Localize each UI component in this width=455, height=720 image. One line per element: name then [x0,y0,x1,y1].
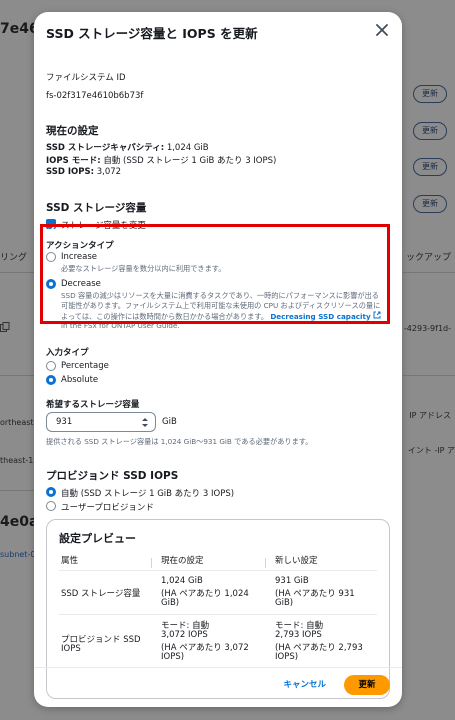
percentage-label: Percentage [61,361,109,371]
preview-header-divider [59,570,377,571]
column-divider [265,558,266,568]
cancel-button[interactable]: キャンセル [283,678,326,690]
settings-preview-panel: 設定プレビュー 属性 現在の設定 新しい設定 SSD ストレージ容量 1,024… [46,519,390,699]
background-copy-icon [0,322,10,335]
iops-auto-label: 自動 (SSD ストレージ 1 GiB あたり 3 IOPS) [61,489,235,499]
background-ip-label: IP アドレス [409,411,451,420]
file-system-id-value: fs-02f317e4610b6b73f [46,91,144,101]
ssd-capacity-heading: SSD ストレージ容量 [46,202,147,214]
background-resource-id: -4293-9f1d- [403,324,451,333]
background-ip-label: イント -IP ア [407,446,455,455]
file-system-id-label: ファイルシステム ID [46,73,126,83]
update-button[interactable]: 更新 [344,675,390,695]
background-column-header: ックアップ [405,253,451,263]
preview-row-new: IOPS) [275,652,299,662]
preview-row-current: IOPS) [161,652,185,662]
stepper-arrows-icon[interactable] [141,416,149,429]
background-column-header: リング [0,253,28,263]
modal-header: SSD ストレージ容量と IOPS を更新 [34,12,402,52]
iops-auto-radio[interactable] [46,487,56,497]
current-iops-mode: IOPS モード: 自動 (SSD ストレージ 1 GiB あたり 3 IOPS… [46,154,276,166]
preview-row-attribute: SSD ストレージ容量 [61,589,141,599]
preview-header-current: 現在の設定 [161,556,204,566]
preview-header-attribute: 属性 [61,556,79,566]
preview-header-new: 新しい設定 [275,556,318,566]
absolute-radio[interactable] [46,375,56,385]
update-ssd-modal: SSD ストレージ容量と IOPS を更新 ファイルシステム ID fs-02f… [34,12,402,707]
desired-capacity-stepper[interactable]: 931 [46,412,156,432]
preview-row-current: 3,072 IOPS [161,630,208,640]
background-divider [0,490,34,491]
background-divider [0,375,34,376]
capacity-constraint-text: 提供される SSD ストレージ容量は 1,024 GiB〜931 GiB である… [46,437,313,446]
current-ssd-iops: SSD IOPS: 3,072 [46,167,121,177]
preview-row-current: GiB) [161,598,180,608]
current-iops-mode-label: IOPS モード: [46,156,101,166]
background-subnet-link: subnet-0 [0,550,36,559]
preview-row-divider [59,614,377,615]
background-update-button: 更新 [413,195,447,213]
capacity-unit: GiB [162,417,177,427]
desired-capacity-value: 931 [56,417,73,427]
preview-heading: 設定プレビュー [59,532,136,545]
background-region-text: ortheast- [0,418,37,427]
modal-title: SSD ストレージ容量と IOPS を更新 [46,26,258,41]
preview-row-new: GiB) [275,598,294,608]
preview-row-new: 2,793 IOPS [275,630,322,640]
background-update-button: 更新 [413,122,447,140]
provisioned-iops-heading: プロビジョンド SSD IOPS [46,470,179,482]
percentage-radio[interactable] [46,361,56,371]
desired-capacity-label: 希望するストレージ容量 [46,400,140,410]
current-iops-mode-value: 自動 (SSD ストレージ 1 GiB あたり 3 IOPS) [103,156,277,166]
iops-user-label: ユーザープロビジョンド [61,503,154,513]
input-type-label: 入力タイプ [46,348,89,358]
current-capacity: SSD ストレージキャパシティ: 1,024 GiB [46,141,209,153]
highlight-annotation [40,224,390,324]
close-icon[interactable] [375,22,389,36]
current-capacity-value: 1,024 GiB [166,143,209,153]
background-divider [403,272,455,273]
background-region-text: theast-1. [0,456,36,465]
absolute-label: Absolute [61,375,99,385]
iops-user-radio[interactable] [46,501,56,511]
column-divider [151,558,152,568]
preview-row-new: 931 GiB [275,576,309,586]
preview-row-current: 1,024 GiB [161,576,203,586]
current-ssd-iops-label: SSD IOPS: [46,167,95,177]
footer-divider [34,667,402,668]
current-ssd-iops-value: 3,072 [96,167,122,177]
background-update-button: 更新 [413,158,447,176]
background-divider [403,375,455,376]
preview-row-attribute: IOPS [61,644,81,654]
background-update-button: 更新 [413,85,447,103]
current-capacity-label: SSD ストレージキャパシティ: [46,143,165,153]
background-divider [0,272,34,273]
current-settings-heading: 現在の設定 [46,125,99,137]
